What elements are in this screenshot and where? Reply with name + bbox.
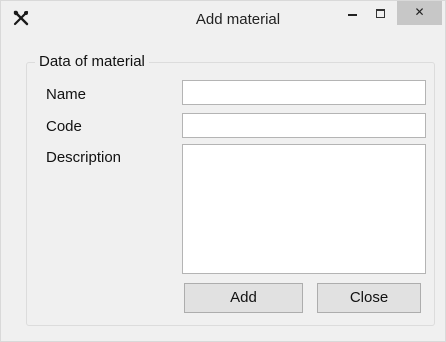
close-button[interactable]: Close (317, 283, 421, 313)
description-label: Description (46, 149, 122, 166)
group-legend: Data of material (35, 53, 149, 70)
close-window-button[interactable]: ✕ (397, 1, 442, 25)
code-input[interactable] (182, 113, 426, 138)
title-bar[interactable]: Add material ✕ (1, 1, 445, 39)
code-label: Code (46, 118, 82, 135)
minimize-icon (348, 14, 357, 16)
close-icon: ✕ (414, 5, 425, 19)
add-material-window: Add material ✕ Data of material Name Cod… (0, 0, 446, 342)
description-textarea[interactable] (182, 144, 426, 274)
maximize-button[interactable] (367, 1, 395, 25)
maximize-icon (376, 9, 385, 18)
name-input[interactable] (182, 80, 426, 105)
minimize-button[interactable] (340, 1, 368, 25)
add-button[interactable]: Add (184, 283, 303, 313)
name-label: Name (46, 86, 87, 103)
